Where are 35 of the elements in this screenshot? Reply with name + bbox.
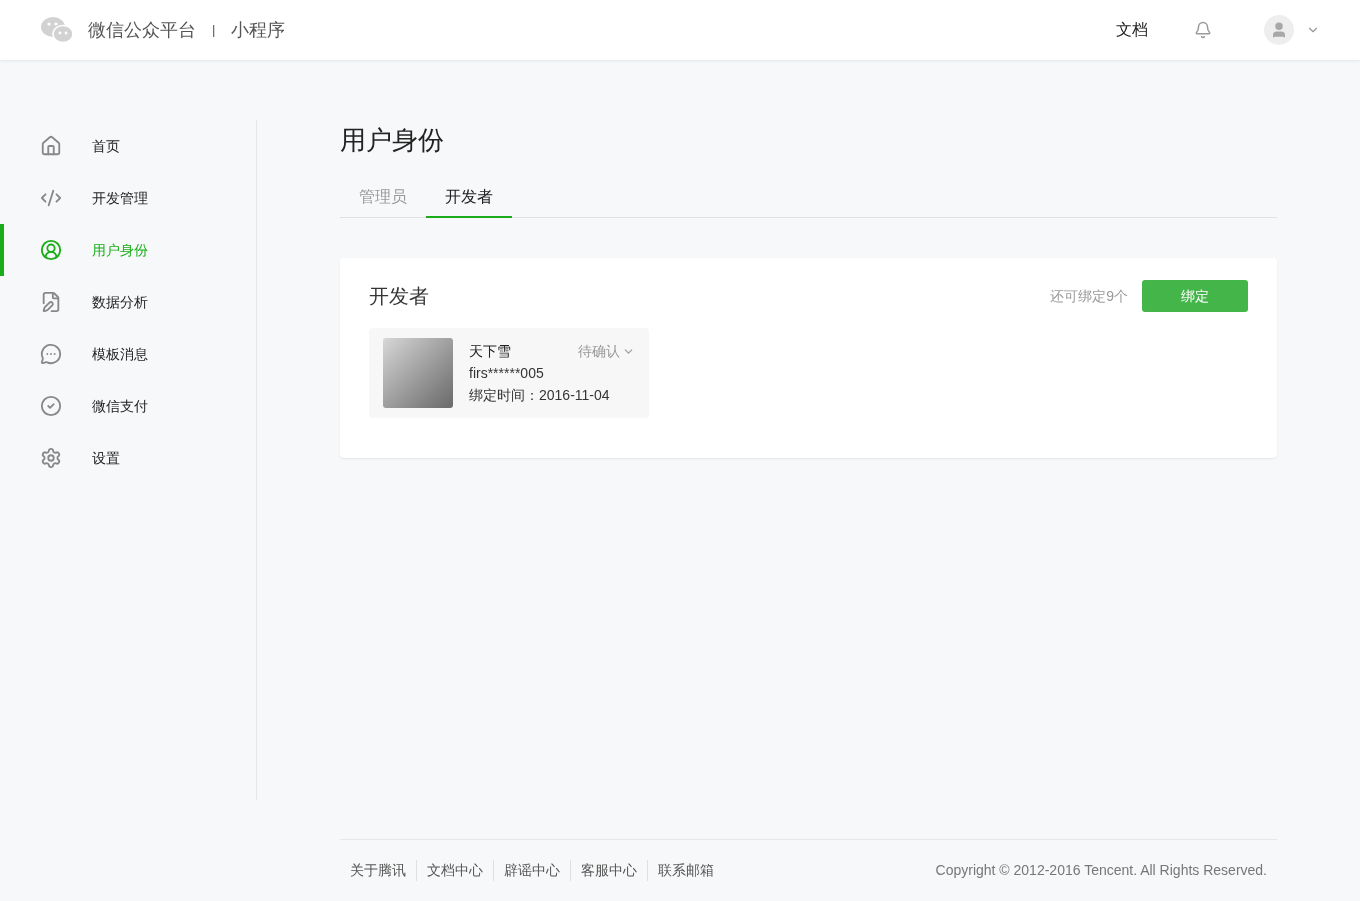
sidebar-item[interactable]: 首页 [0, 120, 256, 172]
sidebar-item[interactable]: 数据分析 [0, 276, 256, 328]
member-account: firs******005 [469, 364, 545, 383]
house-icon [40, 135, 62, 157]
sidebar-item[interactable]: 微信支付 [0, 380, 256, 432]
footer-link[interactable]: 联系邮箱 [647, 860, 724, 881]
settings-icon [40, 447, 62, 469]
user-circle-icon [40, 239, 62, 261]
user-silhouette-icon [1270, 21, 1288, 39]
chat-bubbles-logo-icon [40, 16, 74, 44]
footer-link[interactable]: 关于腾讯 [350, 860, 416, 881]
check-circle-icon [40, 395, 62, 417]
docs-link[interactable]: 文档 [1116, 18, 1148, 42]
tab[interactable]: 开发者 [426, 178, 512, 218]
footer-link[interactable]: 文档中心 [416, 860, 493, 881]
remaining-count: 还可绑定9个 [1050, 286, 1128, 306]
code-icon [40, 187, 62, 209]
sidebar-item[interactable]: 模板消息 [0, 328, 256, 380]
chat-bubble-icon [40, 343, 62, 365]
footer-link[interactable]: 客服中心 [570, 860, 647, 881]
document-edit-icon [40, 291, 62, 313]
footer-link[interactable]: 辟谣中心 [493, 860, 570, 881]
notification-bell-icon[interactable] [1194, 21, 1212, 39]
panel-title: 开发者 [369, 284, 429, 309]
photo-placeholder [383, 338, 453, 408]
sidebar-item[interactable]: 设置 [0, 432, 256, 484]
member-name: 天下雪 [469, 342, 511, 361]
copyright-text: Copyright © 2012-2016 Tencent. All Rights Reserved. [935, 861, 1267, 880]
title-separator: | [212, 21, 216, 40]
product-title: 小程序 [231, 18, 286, 42]
bind-time: 绑定时间：2016-11-04 [469, 386, 611, 405]
sidebar-item[interactable]: 开发管理 [0, 172, 256, 224]
page-title: 用户身份 [340, 124, 445, 157]
avatar-button[interactable] [1264, 15, 1294, 45]
brand-title: 微信公众平台 [88, 18, 196, 42]
